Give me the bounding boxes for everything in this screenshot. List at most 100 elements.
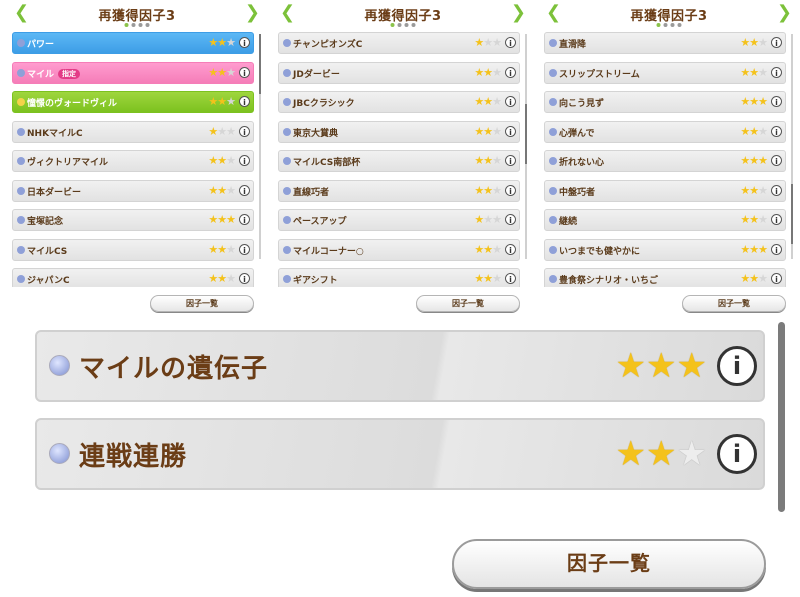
star-rating: ★★★: [474, 272, 502, 285]
star-rating: ★★★: [474, 95, 502, 108]
info-icon[interactable]: i: [505, 155, 516, 166]
factor-icon: [283, 245, 291, 254]
factor-row[interactable]: マイルCS ★★★ i: [12, 238, 254, 261]
factor-row[interactable]: JBCクラシック ★★★ i: [278, 91, 520, 113]
info-icon[interactable]: i: [505, 184, 516, 196]
factor-row[interactable]: 宝塚記念 ★★★ i: [12, 209, 254, 231]
factor-row[interactable]: マイルCS南部杯 ★★★ i: [278, 150, 520, 172]
factor-row[interactable]: 心弾んで ★★★ i: [544, 120, 786, 143]
factor-row[interactable]: パワー ★★★ i: [12, 32, 254, 54]
star-rating: ★★★: [740, 183, 768, 197]
factor-icon: [283, 39, 291, 47]
info-icon[interactable]: i: [771, 96, 782, 107]
factor-row[interactable]: 東京大賞典 ★★★ i: [278, 120, 520, 143]
factor-row[interactable]: 憧憬のヴォードヴィル ★★★ i: [12, 91, 254, 113]
factor-icon: [549, 216, 557, 224]
factor-list-button[interactable]: 因子一覧: [682, 295, 786, 312]
info-icon[interactable]: i: [239, 273, 250, 284]
info-icon[interactable]: i: [717, 434, 757, 474]
factor-list: チャンピオンズC ★★★ i JDダービー ★★★ i JBCクラシック ★★★ i 東京大賞典 ★…: [278, 32, 520, 287]
chevron-right-icon[interactable]: ❯: [245, 3, 260, 23]
factor-name: JBCクラシック: [293, 99, 355, 109]
info-icon[interactable]: i: [239, 155, 250, 166]
factor-row[interactable]: JDダービー ★★★ i: [278, 61, 520, 84]
info-icon[interactable]: i: [505, 96, 516, 107]
info-icon[interactable]: i: [239, 214, 250, 225]
info-icon[interactable]: i: [505, 243, 516, 255]
factor-icon: [549, 157, 557, 165]
factor-row[interactable]: 日本ダービー ★★★ i: [12, 179, 254, 202]
info-icon[interactable]: i: [239, 184, 250, 196]
factor-list-button[interactable]: 因子一覧: [416, 295, 520, 312]
info-icon[interactable]: i: [239, 243, 250, 255]
factor-row[interactable]: ヴィクトリアマイル ★★★ i: [12, 150, 254, 172]
factor-row[interactable]: 中盤巧者 ★★★ i: [544, 179, 786, 202]
scrollbar[interactable]: [259, 34, 261, 259]
chevron-right-icon[interactable]: ❯: [777, 3, 792, 23]
factor-list: パワー ★★★ i マイル 指定 ★★★ i 憧憬のヴォードヴィル ★★★ i NHKマイルC ★★★…: [12, 32, 254, 287]
factor-name: 中盤巧者: [559, 187, 596, 198]
factor-row[interactable]: 豊食祭シナリオ・いちご ★★★ i: [544, 268, 786, 287]
scrollbar[interactable]: [791, 34, 793, 259]
star-rating: ★★★: [615, 346, 707, 386]
factor-row[interactable]: マイルコーナー○ ★★★ i: [278, 238, 520, 261]
factor-row[interactable]: NHKマイルC ★★★ i: [12, 120, 254, 143]
info-icon[interactable]: i: [771, 66, 782, 78]
info-icon[interactable]: i: [505, 125, 516, 137]
info-icon[interactable]: i: [771, 214, 782, 225]
factor-list-button[interactable]: 因子一覧: [150, 295, 254, 312]
page-dots: [390, 23, 416, 27]
factor-name: 折れない心: [559, 158, 605, 168]
factor-icon: [17, 98, 25, 106]
factor-row[interactable]: マイル 指定 ★★★ i: [12, 61, 254, 84]
info-icon[interactable]: i: [771, 37, 782, 48]
star-rating: ★★★: [474, 213, 502, 226]
info-icon[interactable]: i: [771, 184, 782, 196]
factor-name: マイルコーナー○: [293, 246, 364, 257]
factor-row[interactable]: 折れない心 ★★★ i: [544, 150, 786, 172]
factor-name: 直滑降: [559, 40, 587, 50]
factor-row[interactable]: 直滑降 ★★★ i: [544, 32, 786, 54]
star-rating: ★★★: [740, 242, 768, 256]
page-dots: [656, 23, 682, 27]
info-icon[interactable]: i: [771, 125, 782, 137]
info-icon[interactable]: i: [771, 273, 782, 284]
info-icon[interactable]: i: [717, 346, 757, 386]
factor-row[interactable]: 継続 ★★★ i: [544, 209, 786, 231]
factor-icon: [17, 157, 25, 165]
factor-name: パワー: [27, 40, 55, 50]
info-icon[interactable]: i: [505, 37, 516, 48]
star-rating: ★★★: [740, 124, 768, 138]
info-icon[interactable]: i: [239, 125, 250, 137]
factor-row[interactable]: ペースアップ ★★★ i: [278, 209, 520, 231]
info-icon[interactable]: i: [505, 214, 516, 225]
factor-row[interactable]: 直線巧者 ★★★ i: [278, 179, 520, 202]
factor-row-large[interactable]: 連戦連勝 ★★★ i: [35, 418, 765, 490]
factor-row[interactable]: 向こう見ず ★★★ i: [544, 91, 786, 113]
info-icon[interactable]: i: [239, 96, 250, 107]
factor-icon: [283, 275, 291, 283]
factor-row[interactable]: ジャパンC ★★★ i: [12, 268, 254, 287]
scrollbar[interactable]: [525, 34, 527, 259]
chevron-right-icon[interactable]: ❯: [511, 3, 526, 23]
factor-row-large[interactable]: マイルの遺伝子 ★★★ i: [35, 330, 765, 402]
factor-name: ヴィクトリアマイル: [27, 158, 109, 168]
scrollbar[interactable]: [778, 322, 785, 512]
star-rating: ★★★: [208, 213, 236, 226]
factor-row[interactable]: ギアシフト ★★★ i: [278, 268, 520, 287]
star-rating: ★★★: [208, 154, 236, 167]
info-icon[interactable]: i: [505, 66, 516, 78]
factor-name: 直線巧者: [293, 187, 330, 198]
info-icon[interactable]: i: [239, 37, 250, 48]
factor-row[interactable]: スリップストリーム ★★★ i: [544, 61, 786, 84]
info-icon[interactable]: i: [771, 243, 782, 255]
factor-panel-3: ❮ 再獲得因子3 ❯ 直滑降 ★★★ i スリップストリーム ★★★ i 向こう見ず ★★★ i…: [544, 0, 794, 318]
factor-row[interactable]: チャンピオンズC ★★★ i: [278, 32, 520, 54]
info-icon[interactable]: i: [505, 273, 516, 284]
info-icon[interactable]: i: [771, 155, 782, 166]
factor-icon: [17, 186, 25, 195]
factor-list-button[interactable]: 因子一覧: [452, 539, 766, 589]
factor-row[interactable]: いつまでも健やかに ★★★ i: [544, 238, 786, 261]
info-icon[interactable]: i: [239, 66, 250, 78]
factor-name: 心弾んで: [559, 128, 595, 139]
